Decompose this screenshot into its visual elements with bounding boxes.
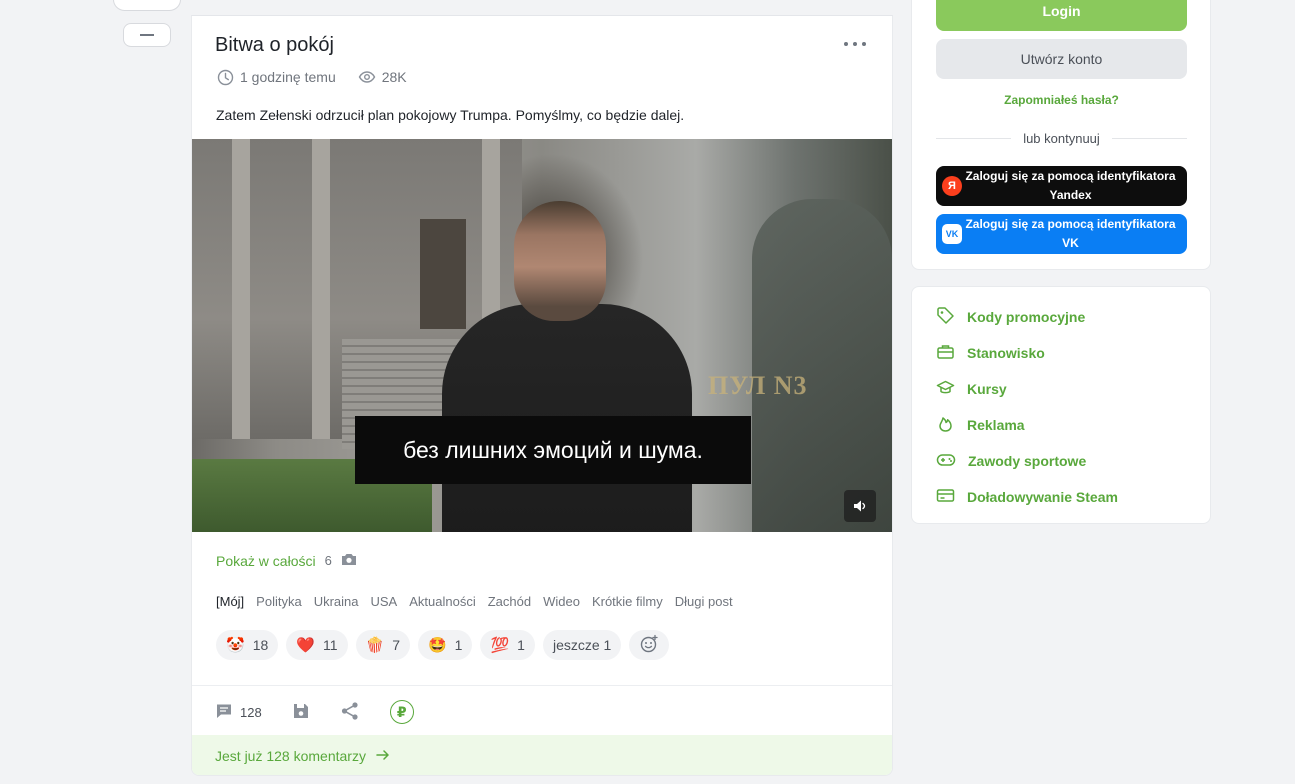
heart-emoji-icon: ❤️ <box>296 636 315 654</box>
sidebar-link-sports[interactable]: Zawody sportowe <box>936 450 1086 472</box>
reaction-count: 1 <box>517 637 525 653</box>
tag-list: [Mój] Polityka Ukraina USA Aktualności Z… <box>216 594 733 609</box>
share-button[interactable] <box>340 701 360 724</box>
post-card: Bitwa o pokój 1 godzinę temu 28K Zatem Z… <box>191 15 893 776</box>
reaction-star-struck[interactable]: 🤩 1 <box>417 630 473 660</box>
card-icon <box>936 486 955 508</box>
or-divider: lub kontynuuj <box>936 131 1187 146</box>
post-text: Zatem Zełenski odrzucił plan pokojowy Tr… <box>216 107 685 123</box>
tag[interactable]: Ukraina <box>314 594 359 609</box>
gamepad-icon <box>936 450 956 472</box>
or-label: lub kontynuuj <box>1023 131 1100 146</box>
video-player[interactable]: ПУЛ N3 без лишних эмоций и шума. <box>192 139 892 532</box>
sidebar-link-label: Zawody sportowe <box>968 453 1087 469</box>
vk-login-label: Zaloguj się za pomocą identyfikatora VK <box>965 217 1176 250</box>
video-subtitle: без лишних эмоций и шума. <box>355 416 751 484</box>
post-title[interactable]: Bitwa o pokój <box>215 34 334 57</box>
eye-icon <box>358 68 376 86</box>
ruble-icon: ₽ <box>389 700 414 724</box>
auth-card: Login Utwórz konto Zapomniałeś hasła? lu… <box>911 0 1211 270</box>
flame-icon <box>936 414 955 436</box>
reaction-popcorn[interactable]: 🍿 7 <box>355 630 410 660</box>
more-reactions-button[interactable]: jeszcze 1 <box>542 630 622 660</box>
more-reactions-label: jeszcze 1 <box>552 637 612 653</box>
briefcase-icon <box>936 342 955 364</box>
post-actions: 128 ₽ <box>215 700 444 724</box>
sidebar-link-label: Kursy <box>967 381 1007 397</box>
forgot-password-link[interactable]: Zapomniałeś hasła? <box>936 93 1187 107</box>
camera-icon <box>341 552 357 569</box>
reaction-count: 1 <box>454 637 463 653</box>
yandex-icon: Я <box>942 176 962 196</box>
reaction-count: 18 <box>252 637 269 653</box>
reaction-clown[interactable]: 🤡 18 <box>216 630 279 660</box>
yandex-login-label: Zaloguj się za pomocą identyfikatora Yan… <box>965 169 1176 202</box>
more-options-icon[interactable] <box>844 36 866 52</box>
tag[interactable]: [Mój] <box>216 594 244 609</box>
login-button[interactable]: Login <box>936 0 1187 31</box>
comments-link-label: Jest już 128 komentarzy <box>215 748 366 764</box>
share-icon <box>340 701 360 724</box>
tag[interactable]: Aktualności <box>409 594 475 609</box>
post-time: 1 godzinę temu <box>240 69 336 85</box>
tag[interactable]: USA <box>371 594 398 609</box>
tag[interactable]: Długi post <box>675 594 733 609</box>
view-count: 28K <box>381 69 407 85</box>
tag[interactable]: Polityka <box>256 594 302 609</box>
show-all-link[interactable]: Pokaż w całości <box>216 553 316 569</box>
comments-link[interactable]: Jest już 128 komentarzy <box>192 735 892 775</box>
video-watermark: ПУЛ N3 <box>708 371 808 400</box>
sidebar-link-courses[interactable]: Kursy <box>936 378 1007 400</box>
clown-emoji-icon: 🤡 <box>226 636 245 654</box>
comment-count: 128 <box>240 704 262 720</box>
comment-icon <box>215 702 233 723</box>
comments-button[interactable]: 128 <box>215 702 262 723</box>
sidebar-link-position[interactable]: Stanowisko <box>936 342 1045 364</box>
sidebar-links-card: Kody promocyjne Stanowisko Kursy Reklama… <box>911 286 1211 524</box>
divider <box>192 685 892 686</box>
rail-button[interactable] <box>113 0 181 11</box>
save-icon <box>292 702 310 723</box>
sidebar-link-steam-topup[interactable]: Doładowywanie Steam <box>936 486 1118 508</box>
sidebar-link-label: Stanowisko <box>967 345 1045 361</box>
reaction-count: 7 <box>392 637 400 653</box>
reaction-hundred[interactable]: 💯 1 <box>480 630 535 660</box>
tag[interactable]: Wideo <box>543 594 580 609</box>
tag[interactable]: Krótkie filmy <box>592 594 663 609</box>
sidebar-link-promo-codes[interactable]: Kody promocyjne <box>936 306 1085 328</box>
tag[interactable]: Zachód <box>488 594 531 609</box>
photo-count: 6 <box>324 553 332 568</box>
tag-icon <box>936 306 955 328</box>
clock-icon <box>216 68 234 86</box>
arrow-right-icon <box>376 748 390 764</box>
popcorn-emoji-icon: 🍿 <box>365 636 385 654</box>
sidebar-link-label: Doładowywanie Steam <box>967 489 1118 505</box>
sidebar-link-advertising[interactable]: Reklama <box>936 414 1025 436</box>
donate-button[interactable]: ₽ <box>389 700 414 724</box>
minus-icon <box>140 34 154 36</box>
add-reaction-button[interactable] <box>629 630 670 660</box>
reaction-count: 11 <box>322 637 338 653</box>
volume-icon[interactable] <box>844 490 876 522</box>
sidebar-link-label: Reklama <box>967 417 1025 433</box>
hundred-emoji-icon: 💯 <box>490 636 510 654</box>
post-meta: 1 godzinę temu 28K <box>216 68 407 86</box>
sidebar-link-label: Kody promocyjne <box>967 309 1086 325</box>
register-button[interactable]: Utwórz konto <box>936 39 1187 79</box>
yandex-login-button[interactable]: Я Zaloguj się za pomocą identyfikatora Y… <box>936 166 1187 206</box>
star-struck-emoji-icon: 🤩 <box>427 636 447 654</box>
reaction-heart[interactable]: ❤️ 11 <box>286 630 348 660</box>
save-button[interactable] <box>292 702 310 723</box>
reaction-bar: 🤡 18 ❤️ 11 🍿 7 🤩 1 💯 1 jeszcze 1 <box>216 630 670 660</box>
graduation-cap-icon <box>936 378 955 400</box>
collapse-button[interactable] <box>123 23 171 47</box>
vk-icon: VK <box>942 224 962 244</box>
show-all-row: Pokaż w całości 6 <box>216 552 357 569</box>
add-emoji-icon <box>639 634 659 657</box>
vk-login-button[interactable]: VK Zaloguj się za pomocą identyfikatora … <box>936 214 1187 254</box>
